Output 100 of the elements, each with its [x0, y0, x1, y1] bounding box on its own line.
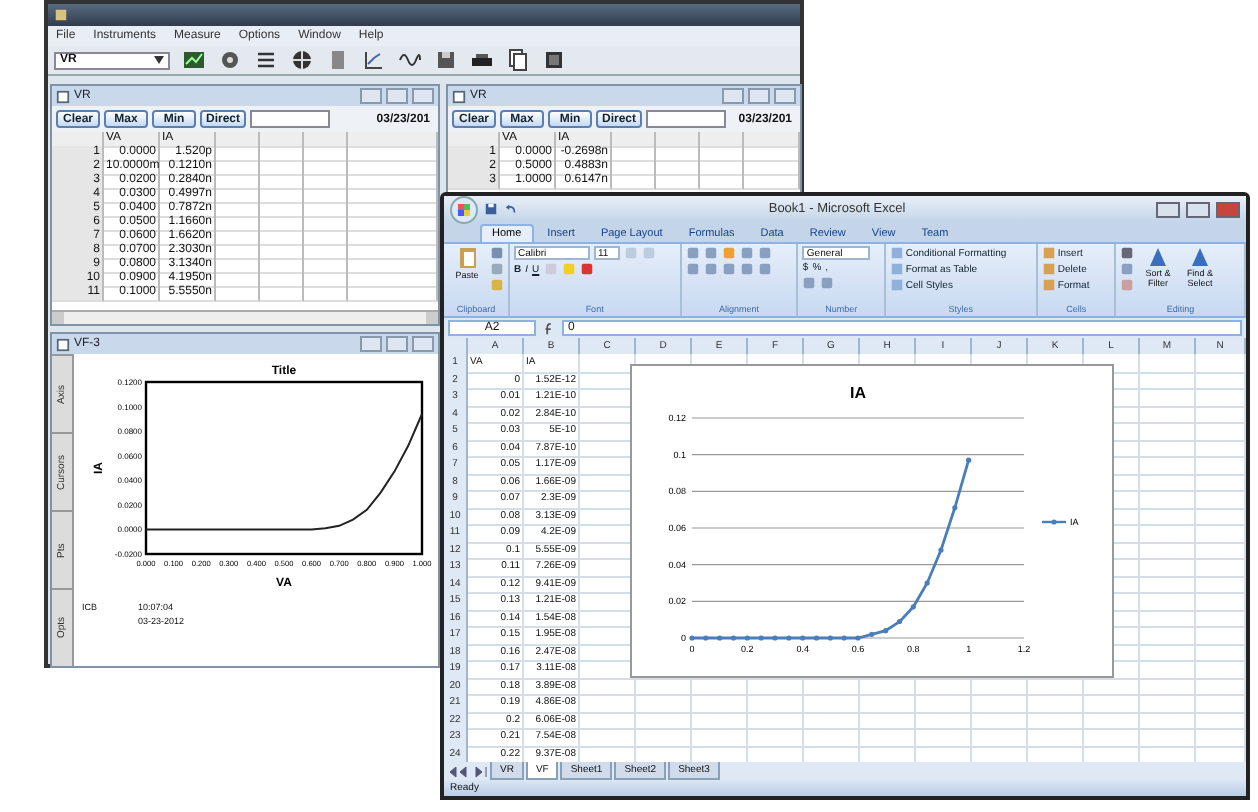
maximize-button[interactable]: [386, 336, 408, 352]
empty-cell: [1140, 541, 1196, 560]
empty-cell: [580, 711, 636, 730]
empty-cell: [1140, 711, 1196, 730]
graph-icon[interactable]: [362, 48, 386, 72]
empty-cell: [1196, 609, 1246, 628]
close-button[interactable]: [412, 88, 434, 104]
close-button[interactable]: [1216, 201, 1240, 217]
minimize-button[interactable]: [360, 88, 382, 104]
empty-cell: [1196, 524, 1246, 543]
empty-cell: [748, 728, 804, 747]
empty-cell: [1140, 592, 1196, 611]
function-icon[interactable]: [542, 321, 556, 335]
empty-cell: [1140, 456, 1196, 475]
printer-icon[interactable]: [470, 48, 494, 72]
empty-cell: [1028, 728, 1084, 747]
save-icon[interactable]: [434, 48, 458, 72]
empty-cell: [916, 728, 972, 747]
undo-icon[interactable]: [504, 202, 518, 216]
empty-cell: [1196, 711, 1246, 730]
empty-cell: [1140, 422, 1196, 441]
empty-cell: [916, 711, 972, 730]
app-icon: [54, 8, 68, 22]
save-icon[interactable]: [484, 202, 498, 216]
waveform-icon[interactable]: [398, 48, 422, 72]
empty-cell: [1140, 490, 1196, 509]
close-button[interactable]: [412, 336, 434, 352]
office-logo-icon[interactable]: [450, 195, 478, 223]
empty-cell: [1140, 575, 1196, 594]
list-icon[interactable]: [254, 48, 278, 72]
empty-cell: [1084, 694, 1140, 713]
empty-cell: [1196, 354, 1246, 373]
empty-cell: [1196, 405, 1246, 424]
stack-icon[interactable]: [542, 48, 566, 72]
empty-cell: [1196, 507, 1246, 526]
empty-cell: [916, 694, 972, 713]
empty-cell: [1196, 677, 1246, 696]
empty-cell: [1196, 388, 1246, 407]
gear-icon[interactable]: [218, 48, 242, 72]
empty-cell: [692, 711, 748, 730]
empty-cell: [860, 694, 916, 713]
empty-cell: [692, 694, 748, 713]
chart-title: IA: [850, 384, 866, 402]
empty-cell: [972, 711, 1028, 730]
empty-cell: [1140, 473, 1196, 492]
empty-cell: [1140, 371, 1196, 390]
empty-cell: [748, 711, 804, 730]
maximize-button[interactable]: [748, 88, 770, 104]
empty-cell: [748, 694, 804, 713]
window-icon: [56, 89, 70, 103]
empty-cell: [1140, 524, 1196, 543]
empty-cell: [636, 728, 692, 747]
empty-cell: [1196, 660, 1246, 679]
maximize-button[interactable]: [386, 88, 408, 104]
input-field[interactable]: [646, 110, 727, 128]
document-icon[interactable]: [326, 48, 350, 72]
empty-cell: [636, 711, 692, 730]
empty-cell: [1140, 609, 1196, 628]
empty-cell: [1140, 439, 1196, 458]
empty-cell: [972, 694, 1028, 713]
empty-cell: [1196, 456, 1246, 475]
empty-cell: [1028, 694, 1084, 713]
empty-cell: [1196, 439, 1246, 458]
minimize-button[interactable]: [1156, 201, 1180, 217]
empty-cell: [1196, 575, 1246, 594]
maximize-button[interactable]: [1186, 201, 1210, 217]
empty-cell: [1196, 558, 1246, 577]
input-field[interactable]: [250, 110, 331, 128]
empty-cell: [1140, 677, 1196, 696]
empty-cell: [1140, 388, 1196, 407]
empty-cell: [1140, 643, 1196, 662]
empty-cell: [860, 711, 916, 730]
empty-cell: [1140, 507, 1196, 526]
window-icon: [56, 337, 70, 351]
globe-icon[interactable]: [290, 48, 314, 72]
empty-cell: [580, 694, 636, 713]
empty-cell: [1140, 728, 1196, 747]
minimize-button[interactable]: [360, 336, 382, 352]
chart-icon[interactable]: [182, 48, 206, 72]
empty-cell: [580, 728, 636, 747]
close-button[interactable]: [774, 88, 796, 104]
empty-cell: [1140, 558, 1196, 577]
empty-cell: [804, 694, 860, 713]
empty-cell: [1196, 626, 1246, 645]
empty-cell: [1196, 422, 1246, 441]
minimize-button[interactable]: [722, 88, 744, 104]
empty-cell: [972, 728, 1028, 747]
sheet-navigation-icon[interactable]: [448, 765, 488, 777]
empty-cell: [1140, 626, 1196, 645]
empty-cell: [1140, 354, 1196, 373]
caret-icon: [154, 56, 164, 64]
empty-cell: [1140, 694, 1196, 713]
empty-cell: [804, 711, 860, 730]
empty-cell: [1196, 728, 1246, 747]
empty-cell: [1196, 592, 1246, 611]
empty-cell: [1196, 371, 1246, 390]
empty-cell: [1084, 711, 1140, 730]
empty-cell: [636, 694, 692, 713]
empty-cell: [804, 728, 860, 747]
window-icon: [452, 89, 466, 103]
